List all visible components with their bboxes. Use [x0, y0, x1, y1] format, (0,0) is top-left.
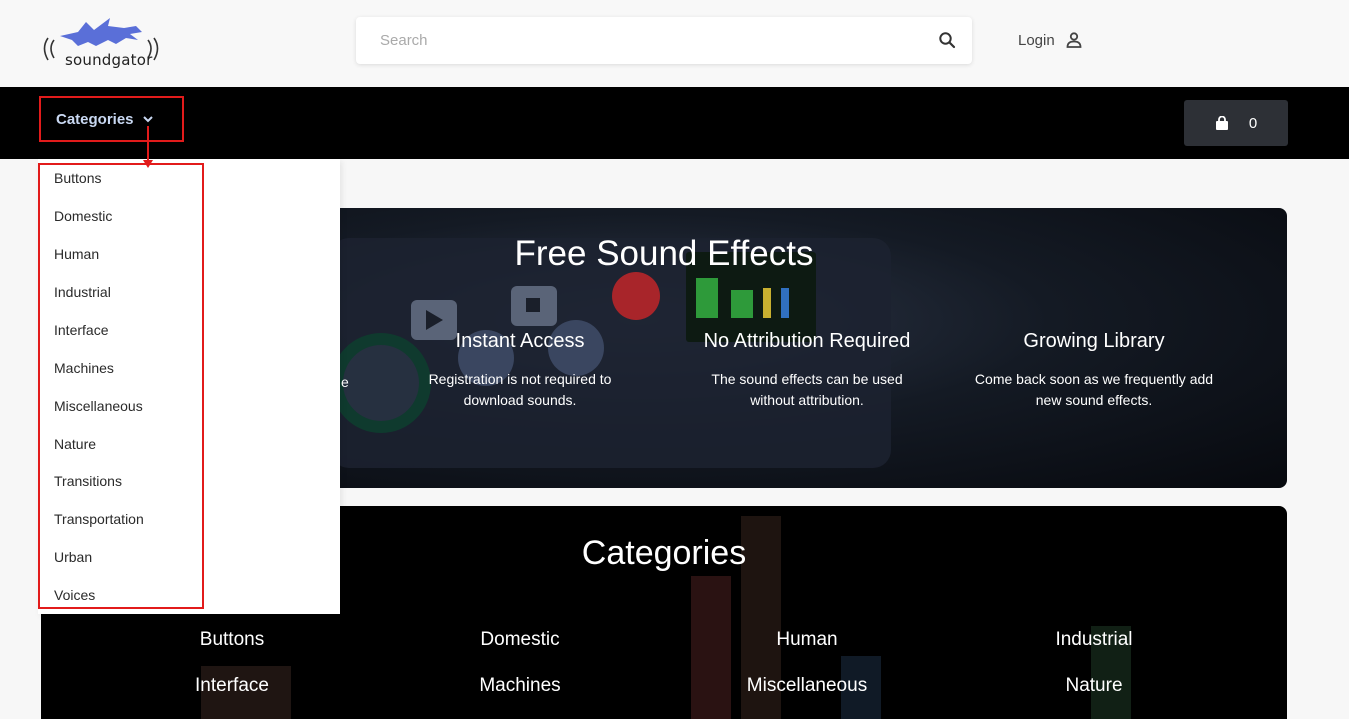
- dropdown-item-transitions[interactable]: Transitions: [54, 473, 122, 489]
- dropdown-item-machines[interactable]: Machines: [54, 360, 114, 376]
- annotation-arrow-head-icon: [143, 160, 153, 168]
- feature-text: The sound effects can be used: [711, 371, 903, 387]
- dropdown-item-miscellaneous[interactable]: Miscellaneous: [54, 398, 143, 414]
- search-bar: [356, 17, 972, 64]
- feature-title: Growing Library: [1023, 330, 1165, 352]
- feature-text: Registration is not required to: [428, 371, 612, 387]
- dropdown-item-interface[interactable]: Interface: [54, 322, 108, 338]
- feature-no-attribution: No Attribution Required The sound effect…: [677, 330, 937, 411]
- category-link-human[interactable]: Human: [677, 629, 937, 651]
- user-icon: [1066, 32, 1082, 48]
- dropdown-item-transportation[interactable]: Transportation: [54, 511, 144, 527]
- category-link-miscellaneous[interactable]: Miscellaneous: [677, 675, 937, 697]
- feature-growing-library: Growing Library Come back soon as we fre…: [964, 330, 1224, 411]
- feature-title: Instant Access: [455, 330, 585, 352]
- categories-dropdown-toggle[interactable]: Categories: [39, 96, 184, 142]
- feature-title: No Attribution Required: [703, 330, 911, 352]
- feature-text: Come back soon as we frequently add: [974, 371, 1214, 387]
- chevron-down-icon: [142, 116, 153, 123]
- main-navbar: Categories 0: [0, 87, 1349, 159]
- dropdown-item-human[interactable]: Human: [54, 246, 99, 262]
- soundgator-logo[interactable]: soundgator: [38, 10, 170, 72]
- category-link-domestic[interactable]: Domestic: [390, 629, 650, 651]
- category-link-interface[interactable]: Interface: [102, 675, 362, 697]
- dropdown-item-urban[interactable]: Urban: [54, 549, 92, 565]
- dropdown-item-voices[interactable]: Voices: [54, 587, 95, 603]
- category-link-machines[interactable]: Machines: [390, 675, 650, 697]
- categories-dropdown-menu: Buttons Domestic Human Industrial Interf…: [38, 159, 340, 614]
- login-label: Login: [1018, 31, 1055, 49]
- brand-name: soundgator: [65, 51, 153, 69]
- feature-text: without attribution.: [750, 392, 864, 408]
- dropdown-item-industrial[interactable]: Industrial: [54, 284, 111, 300]
- cart-count: 0: [1248, 114, 1258, 132]
- dropdown-item-domestic[interactable]: Domestic: [54, 208, 112, 224]
- feature-instant-access: Instant Access Registration is not requi…: [390, 330, 650, 411]
- category-link-industrial[interactable]: Industrial: [964, 629, 1224, 651]
- search-icon[interactable]: [938, 31, 956, 49]
- search-input[interactable]: [380, 32, 920, 49]
- category-link-buttons[interactable]: Buttons: [102, 629, 362, 651]
- categories-toggle-label: Categories: [56, 110, 134, 128]
- feature-partial-text: e: [341, 374, 349, 390]
- feature-text: new sound effects.: [1035, 392, 1153, 408]
- site-header: soundgator Login: [0, 0, 1349, 87]
- category-link-nature[interactable]: Nature: [964, 675, 1224, 697]
- cart-button[interactable]: 0: [1184, 100, 1288, 146]
- dropdown-item-nature[interactable]: Nature: [54, 436, 96, 452]
- annotation-highlight-box: [38, 163, 204, 609]
- annotation-arrow-line: [147, 126, 149, 164]
- dropdown-item-buttons[interactable]: Buttons: [54, 170, 101, 186]
- login-link[interactable]: Login: [1018, 31, 1083, 49]
- shopping-bag-icon: [1215, 115, 1228, 130]
- feature-text: download sounds.: [463, 392, 577, 408]
